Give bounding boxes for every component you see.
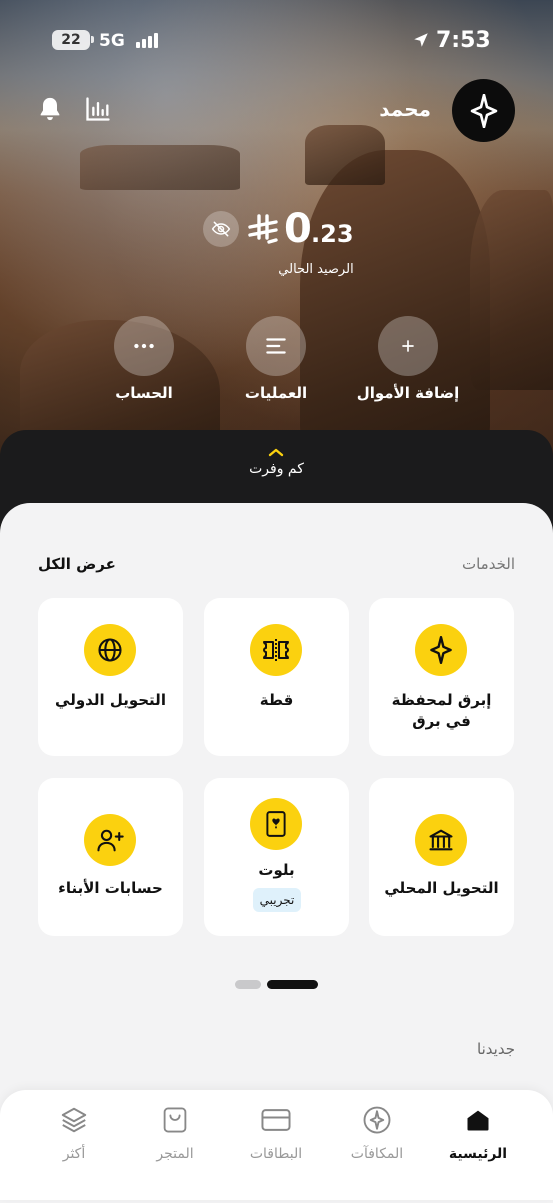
- balance-row: 0 .23: [0, 205, 553, 253]
- service-label: قطة: [259, 691, 294, 709]
- rewards-icon: [361, 1104, 393, 1136]
- split-bill-icon: [263, 639, 289, 661]
- service-card-local-transfer[interactable]: التحويل المحلي: [369, 778, 514, 936]
- layers-icon: [58, 1104, 90, 1136]
- username[interactable]: محمد: [379, 96, 431, 122]
- service-label: حسابات الأبناء: [58, 879, 163, 897]
- tab-label: البطاقات: [249, 1146, 303, 1162]
- tab-label: المكافآت: [350, 1146, 404, 1162]
- tab-store[interactable]: المتجر: [125, 1104, 225, 1162]
- service-card-kids-accounts[interactable]: حسابات الأبناء: [38, 778, 183, 936]
- hide-balance-button[interactable]: [203, 211, 239, 247]
- battery-cap: [91, 36, 94, 43]
- rock-formation: [80, 145, 240, 190]
- tab-label: المتجر: [156, 1146, 194, 1162]
- rock-formation: [305, 125, 385, 185]
- beta-badge: تجريبي: [253, 888, 301, 912]
- add-funds-circle[interactable]: [378, 316, 438, 376]
- eye-off-icon: [211, 221, 231, 237]
- services-title: الخدمات: [461, 555, 515, 573]
- pager-dot-1-active[interactable]: [267, 980, 318, 989]
- home-icon: [462, 1104, 494, 1136]
- shopping-bag-icon: [159, 1104, 191, 1136]
- bottom-tab-bar: الرئيسية المكافآت البطاقات المتجر أكثر: [0, 1090, 553, 1200]
- service-icon-wrap: [84, 814, 136, 866]
- service-card-international-transfer[interactable]: التحويل الدولي: [38, 598, 183, 756]
- playing-card-icon: [266, 811, 286, 837]
- globe-icon: [98, 638, 122, 662]
- balance-decimal: .23: [311, 220, 354, 248]
- signal-icon: [136, 32, 164, 48]
- view-all-link[interactable]: عرض الكل: [38, 555, 116, 573]
- account-label: الحساب: [115, 384, 173, 402]
- tab-home[interactable]: الرئيسية: [428, 1104, 528, 1162]
- service-label: التحويل الدولي: [55, 691, 166, 709]
- pager-dot-2[interactable]: [235, 980, 261, 989]
- service-icon-wrap: [250, 798, 302, 850]
- service-card-barq-wallet[interactable]: إبرق لمحفظة في برق: [369, 598, 514, 756]
- service-icon-wrap: [84, 624, 136, 676]
- service-label: التحويل المحلي: [384, 879, 499, 897]
- add-funds-button[interactable]: إضافة الأموال: [353, 316, 463, 402]
- barq-logo-icon: [470, 93, 497, 128]
- service-card-baloot[interactable]: بلوت تجريبي: [204, 778, 349, 936]
- battery-indicator: 22: [52, 30, 90, 50]
- list-icon: [266, 338, 286, 354]
- rock-formation: [300, 150, 490, 450]
- tab-label: أكثر: [62, 1146, 86, 1162]
- tab-cards[interactable]: البطاقات: [226, 1104, 326, 1162]
- chevron-up-icon: [268, 448, 284, 457]
- clock: 7:53: [436, 28, 491, 53]
- balance-label: الرصيد الحالي: [278, 262, 354, 277]
- account-button[interactable]: الحساب: [89, 316, 199, 402]
- riyal-symbol-icon: [248, 214, 278, 244]
- service-icon-wrap: [415, 624, 467, 676]
- more-dots-icon: [134, 343, 154, 349]
- location-arrow-icon: [414, 33, 428, 47]
- tab-label: الرئيسية: [448, 1146, 508, 1162]
- new-section-title: جديدنا: [477, 1040, 515, 1058]
- transactions-label: العمليات: [244, 384, 308, 402]
- service-card-qatta[interactable]: قطة: [204, 598, 349, 756]
- barq-logo-icon: [430, 636, 452, 664]
- add-user-icon: [97, 829, 124, 852]
- account-circle[interactable]: [114, 316, 174, 376]
- profile-avatar[interactable]: [452, 79, 515, 142]
- add-funds-label: إضافة الأموال: [356, 384, 460, 402]
- network-type: 5G: [99, 31, 125, 51]
- tab-rewards[interactable]: المكافآت: [327, 1104, 427, 1162]
- stats-icon[interactable]: [84, 95, 112, 123]
- plus-icon: [402, 340, 414, 352]
- bell-icon[interactable]: [36, 95, 64, 123]
- service-label: بلوت: [258, 861, 295, 879]
- transactions-circle[interactable]: [246, 316, 306, 376]
- savings-label: كم وفرت: [249, 461, 304, 477]
- bank-icon: [429, 829, 453, 851]
- service-icon-wrap: [250, 624, 302, 676]
- service-label: إبرق لمحفظة في برق: [391, 691, 492, 730]
- service-icon-wrap: [415, 814, 467, 866]
- transactions-button[interactable]: العمليات: [221, 316, 331, 402]
- credit-card-icon: [260, 1104, 292, 1136]
- balance-integer: 0: [284, 206, 312, 252]
- status-bar: 22 5G 7:53: [0, 28, 553, 54]
- tab-more[interactable]: أكثر: [24, 1104, 124, 1162]
